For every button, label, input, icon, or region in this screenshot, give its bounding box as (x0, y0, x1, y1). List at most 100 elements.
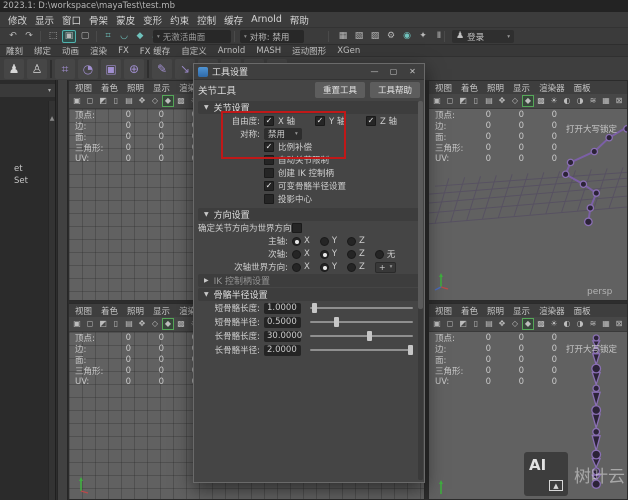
tool-help-button[interactable]: 工具帮助 (369, 82, 420, 98)
dialog-titlebar[interactable]: 工具设置 — ▢ ✕ (194, 64, 424, 80)
lock-camera-icon[interactable]: ◻ (444, 318, 456, 330)
component-mode-icon[interactable]: ▢ (78, 30, 92, 43)
slider-value-field[interactable]: 1.0000 (264, 302, 301, 314)
viewport-menu-item[interactable]: 显示 (513, 82, 530, 94)
bookmark-icon[interactable]: ▯ (470, 318, 482, 330)
secondary-world-radio[interactable]: Z (347, 262, 365, 272)
slider-handle[interactable] (407, 345, 413, 355)
textured-mode-icon[interactable]: ▩ (535, 95, 547, 107)
slider-track[interactable] (310, 303, 413, 313)
viewport-menu-item[interactable]: 照明 (487, 305, 504, 317)
lighting-icon[interactable]: ☀ (548, 318, 560, 330)
multisample-icon[interactable]: ▦ (600, 318, 612, 330)
two-d-pan-zoom-icon[interactable]: ✥ (136, 318, 148, 330)
option-checkbox[interactable]: ✓ 比例补偿 (264, 141, 312, 153)
menu-item[interactable]: 修改 (8, 13, 27, 27)
secondary-world-radio[interactable]: Y (319, 262, 337, 272)
snap-grid-icon[interactable]: ⌗ (101, 30, 115, 43)
viewport-menu-item[interactable]: 着色 (101, 305, 118, 317)
textured-mode-icon[interactable]: ▩ (175, 318, 187, 330)
render-settings-icon[interactable]: ⚙ (384, 30, 398, 43)
reset-tool-button[interactable]: 重置工具 (314, 82, 365, 98)
slider-track[interactable] (310, 317, 413, 327)
two-d-pan-zoom-icon[interactable]: ✥ (136, 95, 148, 107)
solidify-deformer-icon[interactable]: ◔ (78, 58, 98, 79)
secondary-axis-radio[interactable]: X (292, 249, 310, 259)
lattice-deformer-icon[interactable]: ▣ (101, 58, 121, 79)
motion-blur-icon[interactable]: ≋ (587, 318, 599, 330)
pane-separator[interactable] (57, 80, 68, 500)
camera-select-icon[interactable]: ▣ (431, 95, 443, 107)
menu-item[interactable]: Arnold (251, 14, 282, 25)
section-ik-handle-settings[interactable]: ▶ IK 控制柄设置 (198, 274, 420, 287)
multisample-icon[interactable]: ▦ (600, 95, 612, 107)
wireframe-icon[interactable]: ◇ (149, 95, 161, 107)
shaded-mode-icon[interactable]: ◆ (522, 318, 534, 330)
menu-item[interactable]: 约束 (170, 13, 189, 27)
ik-handle-icon[interactable]: ↘ (175, 58, 195, 79)
shelf-tab[interactable]: MASH (256, 46, 281, 56)
cluster-deformer-icon[interactable]: ⊕ (124, 58, 144, 79)
slider-value-field[interactable]: 30.0000 (264, 330, 302, 342)
image-plane-icon[interactable]: ▤ (123, 95, 135, 107)
viewport-menu-item[interactable]: 视图 (435, 82, 452, 94)
lock-camera-icon[interactable]: ◻ (84, 95, 96, 107)
shelf-tab[interactable]: FX 缓存 (140, 45, 170, 57)
snap-curve-icon[interactable]: ◡ (117, 30, 131, 43)
create-joints-icon[interactable]: ✎ (152, 58, 172, 79)
xray-icon[interactable]: ⊠ (613, 318, 625, 330)
bookmark-icon[interactable]: ▯ (110, 95, 122, 107)
option-checkbox[interactable]: ✓ 创建 IK 控制柄 (264, 167, 334, 179)
render-icon[interactable]: ▦ (336, 30, 350, 43)
hierarchy-mode-icon[interactable]: ⬚ (46, 30, 60, 43)
axis-checkbox[interactable]: ✓ X 轴 (264, 115, 315, 127)
camera-attributes-icon[interactable]: ◩ (97, 318, 109, 330)
viewport-menu-item[interactable]: 视图 (75, 82, 92, 94)
viewport-menu-item[interactable]: 显示 (513, 305, 530, 317)
two-d-pan-zoom-icon[interactable]: ✥ (496, 318, 508, 330)
two-d-pan-zoom-icon[interactable]: ✥ (496, 95, 508, 107)
shelf-tab[interactable]: Arnold (218, 46, 246, 56)
section-orientation-settings[interactable]: ▼ 方向设置 (198, 208, 420, 221)
wireframe-icon[interactable]: ◇ (509, 318, 521, 330)
viewport-canvas[interactable]: 顶点: 0 0 0 边: 0 0 0 面: 0 0 0 三角形: 0 0 0 U… (429, 109, 627, 300)
shelf-tab[interactable]: 运动图形 (292, 45, 326, 57)
redo-icon[interactable]: ↷ (22, 30, 36, 43)
shelf-tab[interactable]: 自定义 (181, 45, 207, 57)
viewport-menu-item[interactable]: 渲染器 (539, 82, 565, 94)
menu-item[interactable]: 缓存 (224, 13, 243, 27)
light-editor-icon[interactable]: ✦ (416, 30, 430, 43)
viewport-menu-item[interactable]: 着色 (461, 82, 478, 94)
option-checkbox[interactable]: ✓ 可变骨骼半径设置 (264, 180, 346, 192)
slider-handle[interactable] (366, 331, 372, 341)
shadows-icon[interactable]: ◐ (561, 95, 573, 107)
camera-attributes-icon[interactable]: ◩ (457, 318, 469, 330)
render-region-icon[interactable]: ▨ (368, 30, 382, 43)
shelf-tab[interactable]: 雕刻 (6, 45, 23, 57)
viewport-menu-item[interactable]: 显示 (153, 82, 170, 94)
menu-item[interactable]: 显示 (35, 13, 54, 27)
secondary-axis-radio[interactable]: Y (319, 249, 337, 259)
camera-attributes-icon[interactable]: ◩ (457, 95, 469, 107)
shelf-divider-icon[interactable] (50, 59, 52, 78)
shelf-tab[interactable]: XGen (337, 46, 360, 56)
ipr-render-icon[interactable]: ▧ (352, 30, 366, 43)
shelf-tab[interactable]: 渲染 (90, 45, 107, 57)
viewport-menu-item[interactable]: 视图 (435, 305, 452, 317)
secondary-world-extra-dropdown[interactable]: + ▾ (374, 261, 397, 273)
viewport-menu-item[interactable]: 着色 (101, 82, 118, 94)
viewport-menu-item[interactable]: 渲染器 (539, 305, 565, 317)
screen-ao-icon[interactable]: ◑ (574, 318, 586, 330)
image-plane-icon[interactable]: ▤ (483, 95, 495, 107)
viewport-menu-item[interactable]: 照明 (127, 305, 144, 317)
bookmark-icon[interactable]: ▯ (470, 95, 482, 107)
viewport-menu-item[interactable]: 照明 (487, 82, 504, 94)
motion-blur-icon[interactable]: ≋ (587, 95, 599, 107)
slider-track[interactable] (310, 345, 413, 355)
bookmark-icon[interactable]: ▯ (110, 318, 122, 330)
outliner-menu-bar[interactable]: ▾ (0, 84, 55, 97)
slider-track[interactable] (310, 331, 413, 341)
viewport-menu-item[interactable]: 照明 (127, 82, 144, 94)
camera-select-icon[interactable]: ▣ (71, 95, 83, 107)
maximize-button[interactable]: ▢ (386, 67, 401, 76)
